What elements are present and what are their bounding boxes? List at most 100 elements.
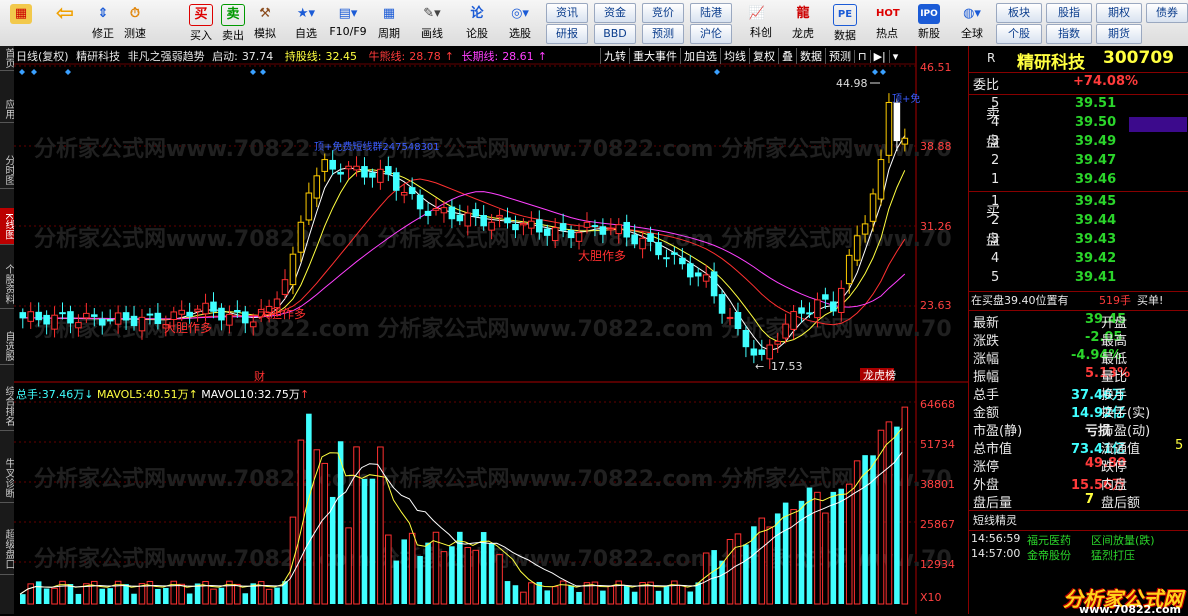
document-icon: ▤▾ bbox=[338, 6, 358, 21]
revise-button[interactable]: ⇕ 修正 bbox=[88, 2, 118, 44]
tool-major-events[interactable]: 重大事件 bbox=[629, 48, 680, 64]
drawline-button[interactable]: ✎▾ 画线 bbox=[414, 2, 450, 44]
global-button[interactable]: ◍▾ 全球 bbox=[952, 2, 992, 44]
simulate-button[interactable]: ⚒ 模拟 bbox=[250, 2, 280, 44]
stat-label: 涨跌 bbox=[973, 334, 1000, 349]
tab-home[interactable]: 首页 bbox=[0, 46, 14, 71]
tab-diagnosis[interactable]: 牛叉诊断 bbox=[0, 454, 14, 503]
sell-button[interactable]: 卖 卖出 bbox=[218, 2, 248, 44]
tab-apps[interactable]: 应用 bbox=[0, 96, 14, 123]
stock-tab-button[interactable]: 个股 bbox=[996, 24, 1042, 44]
vol-tick-4: 25867 bbox=[920, 518, 955, 531]
sell-level: 3 bbox=[991, 134, 1000, 149]
tab-kline[interactable]: K线图 bbox=[0, 208, 14, 245]
svg-text:分析家公式网www.70822.com 分析家公式网ww: 分析家公式网www.70822.com 分析家公式网www.70822.com … bbox=[34, 136, 952, 162]
index-button[interactable]: 指数 bbox=[1046, 24, 1092, 44]
dragon-tiger-button[interactable]: 龍 龙虎 bbox=[786, 2, 820, 44]
tab-watchlist[interactable]: 自选股 bbox=[0, 328, 14, 365]
forum-button[interactable]: 论 论股 bbox=[460, 2, 494, 44]
high-label: 44.98 bbox=[836, 77, 868, 90]
big-order-row: 在买盘39.40位置有 519手 买单! bbox=[969, 292, 1188, 311]
buy-button[interactable]: 买 买入 bbox=[186, 2, 216, 44]
dropdown-icon[interactable]: ▾ bbox=[888, 50, 902, 63]
futures-button[interactable]: 期货 bbox=[1096, 24, 1142, 44]
stat-label: 振幅 bbox=[973, 370, 1000, 385]
stock-picker-button[interactable]: ◎▾ 选股 bbox=[500, 2, 540, 44]
hk-connect-button[interactable]: 陆港 bbox=[690, 3, 732, 23]
arrow-right-icon[interactable]: ▶| bbox=[869, 50, 889, 63]
buy-price: 39.44 bbox=[1075, 213, 1117, 228]
sell-price: 39.51 bbox=[1075, 96, 1117, 111]
buy-level: 5 bbox=[991, 270, 1000, 285]
weibi-value: +74.08% bbox=[1073, 74, 1139, 89]
stat-label-2: 市盈(动) bbox=[1101, 424, 1151, 439]
news-button[interactable]: 资讯 bbox=[546, 3, 588, 23]
tool-data[interactable]: 数据 bbox=[796, 48, 825, 64]
tool-ma[interactable]: 均线 bbox=[720, 48, 749, 64]
watchlist-button[interactable]: ★▾ 自选 bbox=[286, 2, 326, 44]
tab-timeshare[interactable]: 分时图 bbox=[0, 152, 14, 189]
sell-price: 39.50 bbox=[1075, 115, 1117, 130]
stat-row: 盘后量 7 盘后额 bbox=[969, 492, 1188, 511]
f10-button[interactable]: ▤▾ F10/F9 bbox=[326, 2, 370, 44]
options-button[interactable]: 期权 bbox=[1096, 3, 1142, 23]
bonds-button[interactable]: 债券 bbox=[1146, 3, 1188, 23]
back-arrow-icon: ⇦ bbox=[55, 1, 75, 26]
back-button[interactable]: ⇦ bbox=[48, 2, 82, 44]
buy-price: 39.42 bbox=[1075, 251, 1117, 266]
index-futures-button[interactable]: 股指 bbox=[1046, 3, 1092, 23]
stat-row: 金额 14.92亿 换手(实) bbox=[969, 402, 1188, 421]
buy-order-row: 1 39.45 bbox=[969, 194, 1188, 213]
buy-order-row: 3 39.43 bbox=[969, 232, 1188, 251]
stock-code: 300709 bbox=[1103, 48, 1174, 68]
sell-order-row: 1 39.46 bbox=[969, 172, 1188, 191]
sector-button[interactable]: 板块 bbox=[996, 3, 1042, 23]
tool-overlay[interactable]: 叠 bbox=[778, 48, 796, 64]
grid-menu-button[interactable]: ▦ bbox=[6, 2, 36, 44]
sell-level: 2 bbox=[991, 153, 1000, 168]
long-line-value: 长期线: 28.61 ↑ bbox=[461, 50, 547, 63]
ipo-button[interactable]: IPO 新股 bbox=[912, 2, 946, 44]
vol-tick-5: 12934 bbox=[920, 558, 955, 571]
star-market-button[interactable]: 科创 bbox=[744, 24, 778, 44]
jl-event: 区间放量(跌) bbox=[1091, 534, 1155, 547]
tool-adjust[interactable]: 复权 bbox=[749, 48, 778, 64]
sell-price: 39.46 bbox=[1075, 172, 1117, 187]
globe-icon: ◍▾ bbox=[963, 6, 981, 21]
tool-forecast[interactable]: 预测 bbox=[825, 48, 854, 64]
period-label[interactable]: 日线(复权) bbox=[16, 50, 69, 63]
tab-level2[interactable]: 超级盘口 bbox=[0, 524, 14, 575]
funds-button[interactable]: 资金 bbox=[594, 3, 636, 23]
sell-order-row: 2 39.47 bbox=[969, 153, 1188, 172]
speedtest-button[interactable]: ⏱ 测速 bbox=[120, 2, 150, 44]
sell-icon: 卖 bbox=[221, 4, 245, 26]
tab-profile[interactable]: 个股资料 bbox=[0, 260, 14, 309]
stat-row: 最新 39.45 开盘 bbox=[969, 312, 1188, 331]
buy-level: 3 bbox=[991, 232, 1000, 247]
forecast-button[interactable]: 预测 bbox=[642, 24, 684, 44]
tool-jiuzhuan[interactable]: 九转 bbox=[600, 48, 629, 64]
lock-icon[interactable]: ⊓ bbox=[854, 50, 870, 63]
stat-label: 市盈(静) bbox=[973, 424, 1023, 439]
jingling-item[interactable]: 14:57:00 金帝股份 猛烈打压 bbox=[969, 547, 1188, 566]
price-tick-1: 46.51 bbox=[920, 61, 952, 74]
auction-button[interactable]: 竞价 bbox=[642, 3, 684, 23]
calendar-icon: ▦ bbox=[382, 6, 396, 21]
volume-header: 总手:37.46万↓ MAVOL5:40.51万↑ MAVOL10:32.75万… bbox=[16, 387, 309, 401]
stat-row: 振幅 5.13% 量比 bbox=[969, 366, 1188, 385]
period-button[interactable]: ▦ 周期 bbox=[372, 2, 406, 44]
tab-ranking[interactable]: 综合排名 bbox=[0, 382, 14, 431]
tool-add-watch[interactable]: 加自选 bbox=[680, 48, 720, 64]
indicator-name[interactable]: 非凡之强弱趋势 bbox=[128, 50, 205, 63]
data-button[interactable]: PE 数据 bbox=[828, 2, 862, 44]
research-button[interactable]: 研报 bbox=[546, 24, 588, 44]
left-vertical-tabs: 首页 应用 分时图 K线图 个股资料 自选股 综合排名 牛叉诊断 超级盘口 bbox=[0, 46, 15, 614]
kline-chart[interactable]: 分析家公式网www.70822.com 分析家公式网www.70822.com … bbox=[14, 46, 968, 614]
stat-label: 盘后量 bbox=[973, 496, 1013, 511]
bbd-button[interactable]: BBD bbox=[594, 24, 636, 44]
stat-row: 市盈(静) 亏损 市盈(动) bbox=[969, 420, 1188, 439]
shanghai-london-button[interactable]: 沪伦 bbox=[690, 24, 732, 44]
jingling-title-row[interactable]: 短线精灵 bbox=[969, 512, 1188, 531]
hotspot-button[interactable]: HOT 热点 bbox=[870, 2, 904, 44]
stock-name: 精研科技 bbox=[1017, 53, 1085, 73]
